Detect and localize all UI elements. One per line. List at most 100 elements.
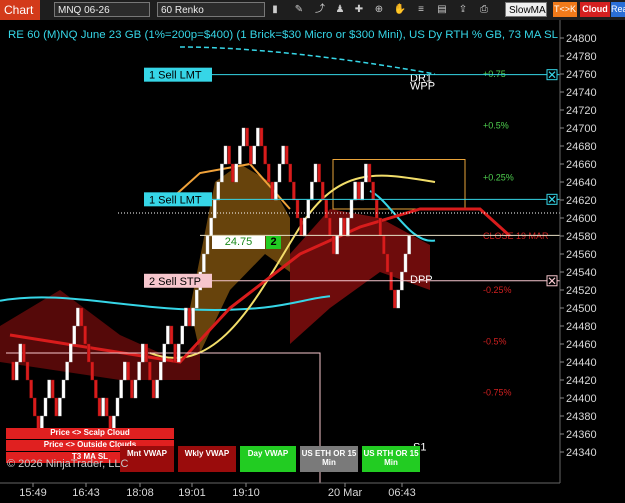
price-tick-label: 24460 — [566, 339, 597, 351]
renko-brick — [33, 397, 37, 417]
legend-button[interactable]: US RTH OR 15 Min — [362, 446, 420, 472]
indicator-icon[interactable]: ⤴ — [313, 3, 327, 16]
price-tick-label: 24780 — [566, 51, 597, 63]
time-tick-label: 18:08 — [126, 487, 154, 499]
rea-button[interactable]: Rea — [611, 2, 625, 17]
copyright-text: © 2026 NinjaTrader, LLC — [7, 458, 129, 470]
data-box-icon[interactable]: ▤ — [435, 3, 449, 16]
renko-brick — [364, 163, 368, 183]
position-avg-price[interactable]: 24.75 — [212, 236, 265, 249]
renko-brick — [25, 361, 30, 381]
draw-icon[interactable]: ✎ — [292, 3, 306, 16]
renko-brick — [396, 289, 400, 309]
renko-brick — [288, 163, 292, 183]
renko-brick — [259, 127, 264, 147]
renko-brick — [407, 235, 411, 255]
renko-brick — [248, 145, 253, 165]
price-tick-label: 24580 — [566, 231, 597, 243]
renko-brick — [313, 163, 318, 183]
renko-brick — [220, 163, 224, 183]
renko-brick — [212, 199, 217, 219]
candle-icon[interactable]: ▮ — [268, 3, 282, 16]
renko-brick — [29, 379, 33, 399]
chart-tab[interactable]: Chart — [0, 0, 40, 20]
share-icon[interactable]: ⇪ — [456, 3, 470, 16]
indicator-selector[interactable]: SlowMA — [505, 2, 547, 17]
price-tick-label: 24720 — [566, 105, 597, 117]
renko-brick — [299, 217, 303, 237]
properties-icon[interactable]: ≡ — [414, 3, 428, 16]
time-tick-label: 19:01 — [178, 487, 206, 499]
renko-brick — [137, 361, 141, 381]
renko-brick — [43, 397, 48, 417]
order-label: 1 Sell LMT — [149, 70, 202, 82]
renko-brick — [184, 307, 188, 327]
renko-brick — [72, 325, 77, 345]
renko-brick — [328, 217, 332, 237]
renko-brick — [310, 181, 314, 201]
zoom-icon[interactable]: ⊕ — [372, 3, 386, 16]
cloud-button[interactable]: Cloud — [580, 2, 610, 17]
renko-brick — [403, 253, 408, 273]
renko-brick — [252, 145, 257, 165]
renko-brick — [173, 343, 177, 363]
time-tick-label: 16:43 — [72, 487, 100, 499]
price-tick-label: 24380 — [566, 411, 597, 423]
renko-brick — [205, 235, 210, 255]
price-tick-label: 24480 — [566, 321, 597, 333]
renko-brick — [119, 379, 123, 399]
renko-brick — [256, 127, 260, 147]
price-tick-label: 24440 — [566, 357, 597, 369]
level-label: -0.25% — [483, 285, 512, 295]
renko-brick — [393, 289, 397, 309]
level-label: CLOSE 19 MAR — [483, 231, 549, 241]
renko-brick — [227, 145, 231, 165]
renko-brick — [245, 127, 249, 147]
renko-brick — [277, 163, 282, 183]
price-tick-label: 24500 — [566, 303, 597, 315]
renko-brick — [47, 379, 51, 399]
renko-brick — [148, 361, 152, 381]
renko-brick — [378, 217, 382, 237]
price-tick-label: 24540 — [566, 267, 597, 279]
renko-brick — [375, 199, 379, 219]
print-icon[interactable]: ⎙ — [477, 3, 491, 16]
renko-brick — [162, 343, 167, 363]
renko-brick — [303, 217, 307, 237]
renko-brick — [65, 361, 69, 381]
legend-button[interactable]: Day VWAP — [240, 446, 296, 472]
renko-brick — [122, 361, 127, 381]
legend-button[interactable]: Price <> Scalp Cloud — [6, 428, 174, 439]
order-label: 2 Sell STP — [149, 276, 201, 288]
renko-brick — [360, 181, 364, 201]
position-qty[interactable]: 2 — [266, 236, 281, 249]
renko-brick — [130, 379, 134, 399]
renko-brick — [151, 379, 156, 399]
renko-brick — [270, 181, 274, 201]
renko-brick — [14, 361, 19, 381]
pan-icon[interactable]: ✋ — [393, 3, 407, 16]
renko-brick — [90, 361, 95, 381]
renko-brick — [331, 235, 336, 255]
legend-button[interactable]: US ETH OR 15 Min — [300, 446, 358, 472]
renko-brick — [51, 379, 55, 399]
instrument-selector[interactable]: MNQ 06-26 — [54, 2, 150, 17]
price-tick-label: 24620 — [566, 195, 597, 207]
level-label: -0.5% — [483, 336, 507, 346]
renko-brick — [176, 343, 181, 363]
renko-brick — [94, 379, 98, 399]
renko-brick — [295, 199, 300, 219]
renko-brick — [68, 343, 73, 363]
tsk-button[interactable]: T<>K — [553, 2, 577, 17]
renko-brick — [97, 397, 102, 417]
renko-brick — [187, 307, 192, 327]
renko-brick — [202, 253, 206, 273]
level-label: -0.75% — [483, 388, 512, 398]
crosshair-icon[interactable]: ✚ — [352, 3, 366, 16]
time-tick-label: 15:49 — [19, 487, 47, 499]
renko-brick — [292, 181, 296, 201]
bar-type-selector[interactable]: 60 Renko — [157, 2, 265, 17]
legend-button[interactable]: Wkly VWAP — [178, 446, 236, 472]
strategy-icon[interactable]: ♟ — [333, 3, 347, 16]
renko-brick — [346, 217, 350, 237]
